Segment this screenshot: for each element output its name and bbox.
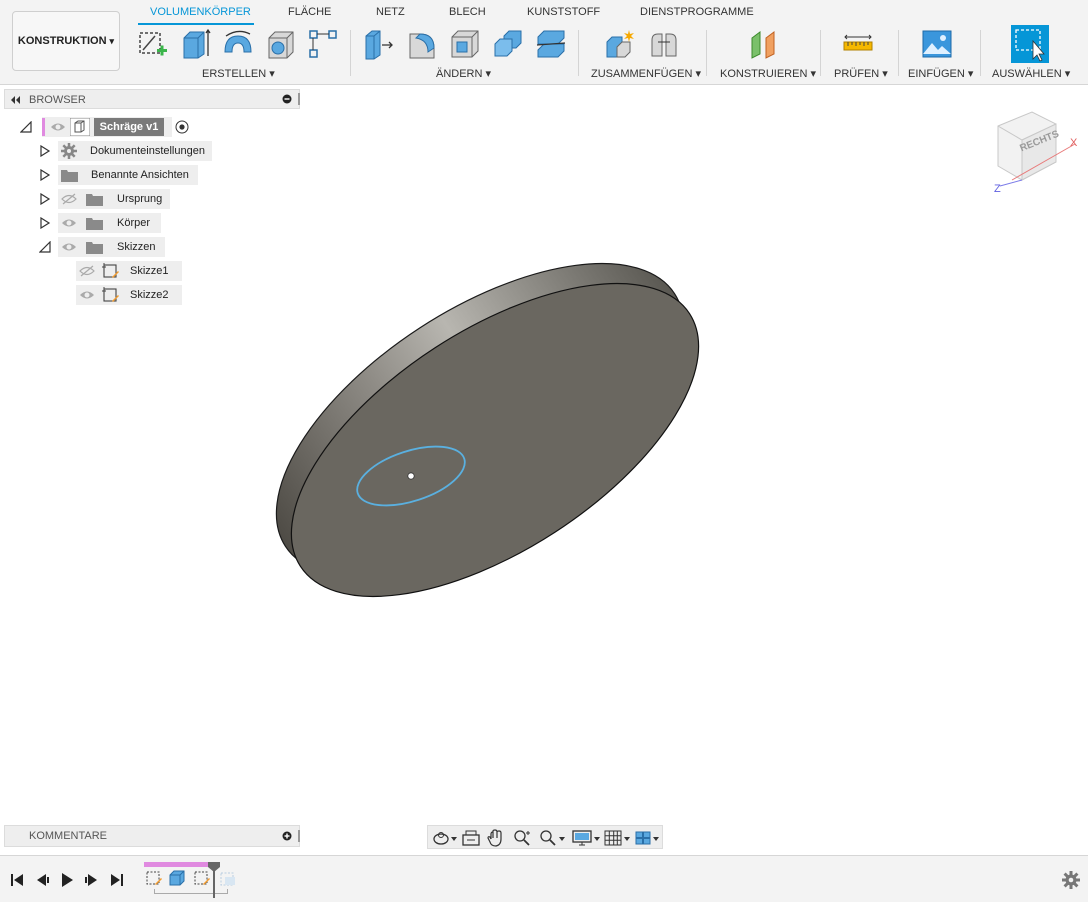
tab-dienstprogramme[interactable]: DIENSTPROGRAMME: [640, 6, 754, 18]
toolbar-separator: [980, 30, 981, 76]
viewcube[interactable]: RECHTS X Z: [990, 108, 1080, 198]
fillet-icon[interactable]: [406, 28, 438, 60]
panel-resize-handle[interactable]: [298, 830, 300, 842]
timeline-active-range: [144, 862, 212, 867]
chevron-down-icon: ▾: [109, 35, 115, 46]
press-pull-icon[interactable]: [363, 28, 395, 60]
go-to-start-icon[interactable]: [9, 872, 25, 888]
group-aendern[interactable]: ÄNDERN ▾: [436, 67, 491, 80]
tab-netz[interactable]: NETZ: [376, 6, 405, 18]
step-forward-icon[interactable]: [84, 872, 100, 888]
display-settings-icon[interactable]: [572, 829, 602, 847]
toolbar-separator: [898, 30, 899, 76]
select-icon[interactable]: [1011, 25, 1049, 63]
add-comment-icon[interactable]: [282, 831, 292, 841]
pan-icon[interactable]: [486, 829, 506, 847]
shell-icon[interactable]: [449, 28, 481, 60]
tab-flaeche[interactable]: FLÄCHE: [288, 6, 331, 18]
toolbar: KONSTRUKTION ▾ VOLUMENKÖRPER FLÄCHE NETZ…: [0, 0, 1088, 85]
axis-x-label: X: [1070, 137, 1078, 149]
axis-z-label: Z: [994, 183, 1001, 195]
revolve-icon[interactable]: [222, 28, 254, 60]
viewports-icon[interactable]: [635, 829, 661, 847]
play-icon[interactable]: [59, 872, 75, 888]
timeline-extrude-feature-icon[interactable]: [168, 869, 186, 887]
group-auswaehlen[interactable]: AUSWÄHLEN ▾: [992, 67, 1070, 80]
toolbar-separator: [706, 30, 707, 76]
toolbar-separator: [350, 30, 351, 76]
orbit-icon[interactable]: [432, 829, 458, 847]
disk-body[interactable]: [226, 201, 750, 658]
tab-kunststoff[interactable]: KUNSTSTOFF: [527, 6, 600, 18]
timeline-bar: [0, 855, 1088, 902]
navigation-bar: [427, 825, 663, 849]
group-konstruieren[interactable]: KONSTRUIEREN ▾: [720, 67, 816, 80]
canvas-viewport[interactable]: [0, 84, 1088, 824]
group-einfuegen[interactable]: EINFÜGEN ▾: [908, 67, 973, 80]
hole-icon[interactable]: [265, 28, 297, 60]
go-to-end-icon[interactable]: [109, 872, 125, 888]
joint-icon[interactable]: [648, 28, 680, 60]
zoom-icon[interactable]: [538, 829, 566, 847]
group-erstellen[interactable]: ERSTELLEN ▾: [202, 67, 275, 80]
workspace-switcher[interactable]: KONSTRUKTION ▾: [12, 11, 120, 71]
active-tab-indicator: [138, 23, 254, 25]
zoom-window-icon[interactable]: [512, 829, 532, 847]
gear-icon[interactable]: [1062, 871, 1080, 889]
comments-title: KOMMENTARE: [29, 830, 108, 842]
measure-icon[interactable]: [842, 28, 874, 60]
step-back-icon[interactable]: [34, 872, 50, 888]
combine-icon[interactable]: [492, 28, 524, 60]
workspace-label: KONSTRUKTION: [17, 35, 107, 47]
extrude-icon[interactable]: [180, 28, 212, 60]
tab-volumenkoerper[interactable]: VOLUMENKÖRPER: [150, 6, 251, 18]
grid-icon[interactable]: [604, 829, 632, 847]
split-body-icon[interactable]: [535, 28, 567, 60]
look-at-icon[interactable]: [461, 829, 481, 847]
sketch-center-point[interactable]: [407, 472, 415, 480]
toolbar-separator: [578, 30, 579, 76]
group-pruefen[interactable]: PRÜFEN ▾: [834, 67, 888, 80]
create-sketch-icon[interactable]: [137, 28, 169, 60]
new-component-icon[interactable]: [604, 28, 636, 60]
timeline-sketch-feature-icon[interactable]: [145, 869, 163, 887]
toolbar-separator: [820, 30, 821, 76]
comments-panel-header[interactable]: KOMMENTARE: [4, 825, 300, 847]
timeline-suppressed-feature-icon[interactable]: [219, 870, 237, 888]
offset-plane-icon[interactable]: [748, 28, 780, 60]
group-zusammenfuegen[interactable]: ZUSAMMENFÜGEN ▾: [591, 67, 701, 80]
tab-blech[interactable]: BLECH: [449, 6, 486, 18]
pattern-icon[interactable]: [307, 28, 339, 60]
insert-image-icon[interactable]: [921, 28, 953, 60]
